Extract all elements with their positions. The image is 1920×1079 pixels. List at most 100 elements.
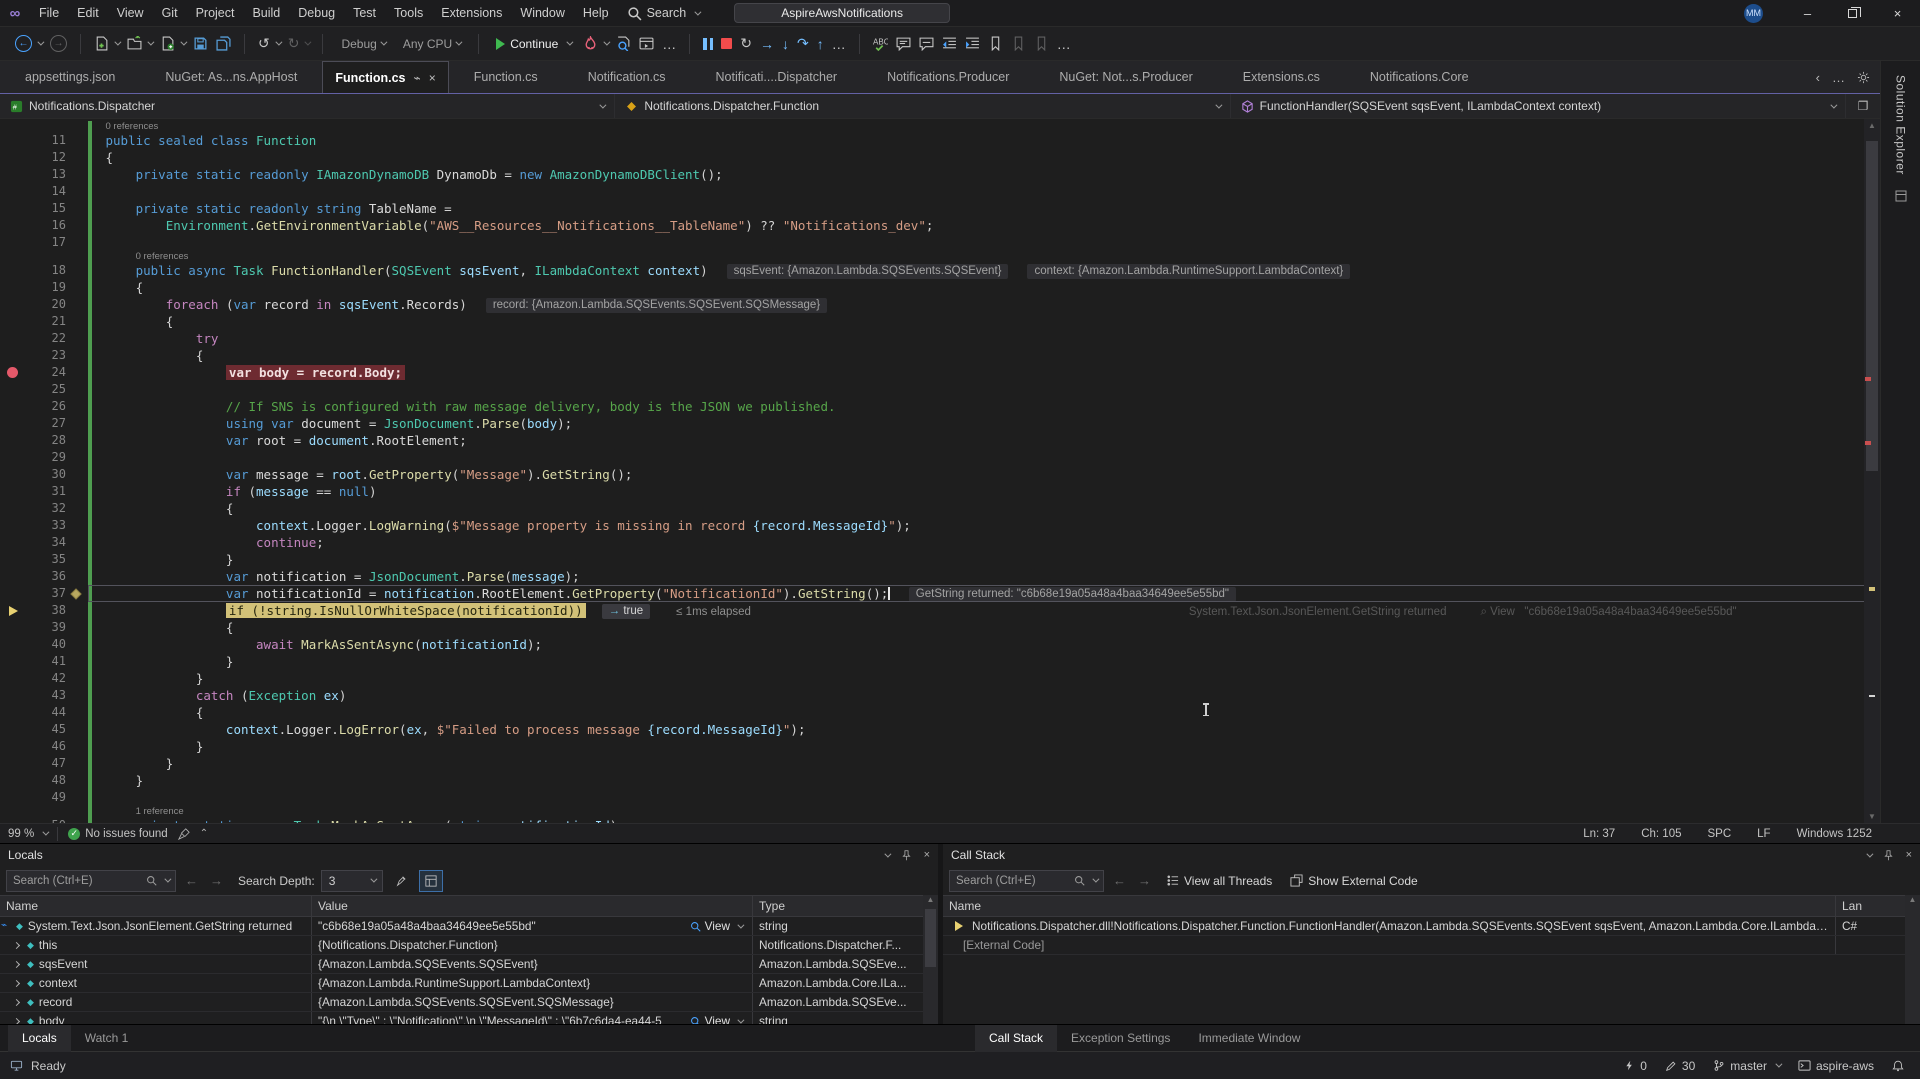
more-edit-icon[interactable]: … bbox=[1054, 33, 1074, 55]
locals-column-header-type[interactable]: Type bbox=[753, 896, 938, 916]
tab-nuget-not-s-producer[interactable]: NuGet: Not...s.Producer bbox=[1034, 61, 1217, 93]
tab-notifications-producer[interactable]: Notifications.Producer bbox=[862, 61, 1034, 93]
track-objects-icon[interactable] bbox=[419, 870, 443, 892]
callstack-frame-1[interactable]: [External Code] bbox=[943, 936, 1920, 955]
close-icon[interactable]: × bbox=[924, 849, 930, 861]
search-next-icon[interactable]: → bbox=[207, 873, 226, 888]
line-ending-indicator[interactable]: LF bbox=[1757, 828, 1770, 840]
menu-edit[interactable]: Edit bbox=[68, 0, 108, 27]
tool-tab-watch-1[interactable]: Watch 1 bbox=[71, 1025, 143, 1052]
more-tabs-icon[interactable]: … bbox=[1832, 70, 1845, 85]
column-indicator[interactable]: Ch: 105 bbox=[1641, 828, 1681, 840]
new-file-icon[interactable] bbox=[91, 33, 122, 54]
expand-chevron-icon[interactable] bbox=[13, 998, 20, 1005]
locals-row-body[interactable]: ◆body"{\n \"Type\" : \"Notification\",\n… bbox=[0, 1012, 938, 1024]
menu-file[interactable]: File bbox=[30, 0, 68, 27]
locals-scrollbar[interactable]: ▲ bbox=[923, 895, 938, 1024]
more-options-icon[interactable]: … bbox=[659, 33, 679, 55]
uncomment-icon[interactable] bbox=[916, 33, 937, 54]
tab-function-cs[interactable]: Function.cs bbox=[449, 61, 563, 93]
menu-help[interactable]: Help bbox=[574, 0, 618, 27]
tool-tab-locals[interactable]: Locals bbox=[8, 1025, 71, 1052]
solution-explorer-tab[interactable]: Solution Explorer bbox=[1894, 75, 1908, 175]
minimize-button[interactable]: – bbox=[1785, 0, 1830, 27]
tab-notificati-dispatcher[interactable]: Notificati....Dispatcher bbox=[691, 61, 863, 93]
prev-frame-icon[interactable]: ← bbox=[1110, 873, 1129, 888]
locals-row-context[interactable]: ◆context{Amazon.Lambda.RuntimeSupport.La… bbox=[0, 974, 938, 993]
open-file-icon[interactable] bbox=[124, 33, 155, 54]
menu-tools[interactable]: Tools bbox=[385, 0, 432, 27]
callstack-scrollbar[interactable]: ▲ bbox=[1905, 895, 1920, 1024]
pin-icon[interactable] bbox=[901, 850, 912, 861]
menu-window[interactable]: Window bbox=[511, 0, 573, 27]
callstack-frame-0[interactable]: Notifications.Dispatcher.dll!Notificatio… bbox=[943, 917, 1920, 936]
expand-icon[interactable]: ⌃ bbox=[200, 828, 208, 839]
menu-debug[interactable]: Debug bbox=[289, 0, 344, 27]
pause-icon[interactable] bbox=[700, 35, 716, 53]
whitespace-indicator[interactable]: SPC bbox=[1707, 828, 1731, 840]
tool-tab-exception-settings[interactable]: Exception Settings bbox=[1057, 1025, 1184, 1052]
pin-icon[interactable] bbox=[1883, 850, 1894, 861]
gear-icon[interactable] bbox=[1857, 71, 1870, 84]
breadcrumb-segment-1[interactable]: Notifications.Dispatcher.Function bbox=[615, 94, 1230, 118]
platform-dropdown[interactable]: Any CPU bbox=[395, 34, 468, 54]
breadcrumb-segment-0[interactable]: #Notifications.Dispatcher bbox=[0, 94, 615, 118]
format-specifier-icon[interactable] bbox=[389, 870, 413, 892]
notifications-indicator[interactable]: 0 bbox=[1624, 1059, 1647, 1073]
locals-row-this[interactable]: ◆this{Notifications.Dispatcher.Function}… bbox=[0, 936, 938, 955]
next-frame-icon[interactable]: → bbox=[1135, 873, 1154, 888]
undo-icon[interactable]: ↺ bbox=[255, 32, 283, 55]
comment-icon[interactable] bbox=[893, 33, 914, 54]
window-position-icon[interactable] bbox=[1866, 850, 1873, 857]
menu-project[interactable]: Project bbox=[187, 0, 244, 27]
restart-icon[interactable]: ↻ bbox=[737, 32, 755, 55]
expand-chevron-icon[interactable] bbox=[13, 960, 20, 967]
solution-name-box[interactable]: AspireAwsNotifications bbox=[734, 3, 950, 23]
step-into-icon[interactable]: ↓ bbox=[779, 33, 792, 55]
view-link[interactable]: View bbox=[690, 1014, 746, 1024]
search-prev-icon[interactable]: ← bbox=[182, 873, 201, 888]
split-editor-icon[interactable]: ❐ bbox=[1846, 94, 1880, 118]
more-debug-icon[interactable]: … bbox=[829, 33, 849, 55]
tool-tab-call-stack[interactable]: Call Stack bbox=[975, 1025, 1057, 1052]
locals-search-input[interactable]: Search (Ctrl+E) bbox=[6, 870, 176, 892]
menu-view[interactable]: View bbox=[108, 0, 153, 27]
expand-chevron-icon[interactable] bbox=[13, 941, 20, 948]
tab-notifications-core[interactable]: Notifications.Core bbox=[1345, 61, 1494, 93]
view-link[interactable]: View bbox=[690, 919, 746, 933]
nav-back-icon[interactable]: ← bbox=[12, 32, 45, 55]
search-in-files-icon[interactable] bbox=[613, 33, 634, 54]
step-over-icon[interactable]: ↷ bbox=[794, 32, 812, 55]
hot-reload-icon[interactable] bbox=[580, 33, 611, 54]
tool-tab-immediate-window[interactable]: Immediate Window bbox=[1184, 1025, 1314, 1052]
show-external-code-button[interactable]: Show External Code bbox=[1284, 874, 1423, 888]
menu-build[interactable]: Build bbox=[243, 0, 289, 27]
encoding-indicator[interactable]: Windows 1252 bbox=[1797, 828, 1872, 840]
callstack-column-header-name[interactable]: Name bbox=[943, 896, 1835, 916]
solution-config-dropdown[interactable]: Debug bbox=[333, 34, 392, 54]
codelens-row[interactable]: 0 references bbox=[0, 251, 1880, 262]
locals-column-header-name[interactable]: Name bbox=[0, 896, 312, 916]
callstack-search-input[interactable]: Search (Ctrl+E) bbox=[949, 870, 1104, 892]
editor-scrollbar[interactable]: ▲ ▼ bbox=[1864, 119, 1880, 823]
search-depth-dropdown[interactable]: 3 bbox=[321, 870, 383, 892]
step-out-icon[interactable]: ↑ bbox=[814, 33, 827, 55]
locals-column-header-value[interactable]: Value bbox=[312, 896, 753, 916]
indent-increase-icon[interactable] bbox=[962, 33, 983, 54]
account-avatar[interactable]: MM bbox=[1744, 4, 1763, 23]
close-icon[interactable]: × bbox=[1906, 849, 1912, 861]
git-branch-selector[interactable]: master bbox=[1713, 1059, 1780, 1073]
pending-changes-indicator[interactable]: 30 bbox=[1665, 1059, 1695, 1073]
add-item-icon[interactable] bbox=[157, 33, 188, 54]
breakpoint-icon[interactable] bbox=[7, 367, 18, 378]
locals-row-record[interactable]: ◆record{Amazon.Lambda.SQSEvents.SQSEvent… bbox=[0, 993, 938, 1012]
environment-indicator[interactable]: aspire-aws bbox=[1798, 1059, 1874, 1073]
stop-icon[interactable] bbox=[718, 35, 735, 52]
redo-icon[interactable]: ↻ bbox=[285, 32, 313, 55]
line-indicator[interactable]: Ln: 37 bbox=[1583, 828, 1615, 840]
tab-appsettings-json[interactable]: appsettings.json bbox=[0, 61, 140, 93]
document-health-indicator[interactable]: ✓No issues found bbox=[68, 828, 167, 840]
live-preview-icon[interactable] bbox=[636, 33, 657, 54]
tab-nuget-as-ns-apphost[interactable]: NuGet: As...ns.AppHost bbox=[140, 61, 322, 93]
bell-icon[interactable] bbox=[1892, 1059, 1904, 1072]
